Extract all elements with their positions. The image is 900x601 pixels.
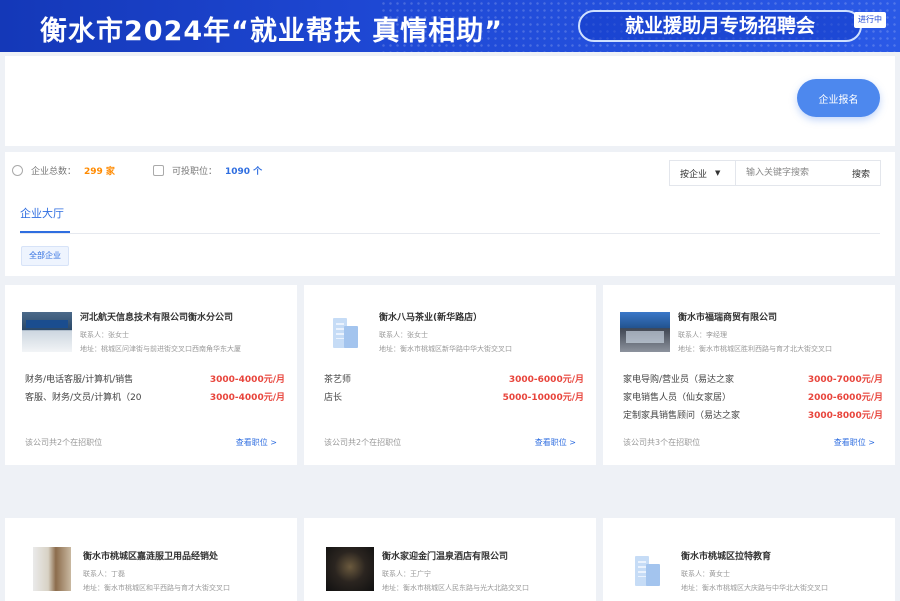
search-type-value: 按企业 bbox=[680, 169, 708, 180]
search-input[interactable] bbox=[736, 161, 840, 185]
company-contact: 联系人：王广宁 bbox=[382, 570, 431, 578]
job-row[interactable]: 家电导购/营业员（易达之家 3000-7000元/月 bbox=[623, 372, 883, 385]
company-address: 地址：衡水市桃城区大庆路与中华北大街交叉口 bbox=[681, 584, 828, 592]
job-row[interactable]: 定制家具销售顾问（易达之家 3000-8000元/月 bbox=[623, 408, 883, 421]
chevron-down-icon: ▼ bbox=[715, 169, 721, 177]
briefcase-icon bbox=[152, 165, 164, 176]
job-salary: 3000-4000元/月 bbox=[209, 375, 285, 385]
job-title: 茶艺师 bbox=[324, 375, 352, 385]
job-row[interactable]: 茶艺师 3000-6000元/月 bbox=[324, 372, 584, 385]
view-positions-link[interactable]: 查看职位 > bbox=[236, 437, 277, 448]
company-contact: 联系人：张女士 bbox=[379, 331, 428, 339]
job-row[interactable]: 店长 5000-10000元/月 bbox=[324, 390, 584, 403]
company-icon bbox=[12, 165, 23, 176]
view-positions-link[interactable]: 查看职位 > bbox=[535, 437, 576, 448]
job-salary: 3000-8000元/月 bbox=[807, 411, 883, 421]
company-card[interactable]: 衡水市桃城区嘉涟服卫用品经销处 联系人：丁磊 地址：衡水市桃城区和平西路与育才大… bbox=[5, 518, 297, 601]
job-salary: 3000-7000元/月 bbox=[807, 375, 883, 385]
company-address: 地址：桃城区问津街与前进街交叉口西南角华东大厦 bbox=[80, 345, 241, 353]
job-salary: 3000-6000元/月 bbox=[508, 375, 584, 385]
company-logo bbox=[620, 312, 670, 352]
job-salary: 5000-10000元/月 bbox=[502, 393, 584, 403]
banner-subtitle: 就业援助月专场招聘会 bbox=[578, 10, 862, 42]
company-address: 地址：衡水市桃城区和平西路与育才大街交叉口 bbox=[83, 584, 230, 592]
company-name[interactable]: 河北航天信息技术有限公司衡水分公司 bbox=[80, 310, 233, 323]
job-salary: 2000-6000元/月 bbox=[807, 393, 883, 403]
company-name[interactable]: 衡水市桃城区拉特教育 bbox=[681, 549, 771, 562]
job-title: 定制家具销售顾问（易达之家 bbox=[623, 411, 741, 421]
company-card[interactable]: 衡水八马茶业(新华路店） 联系人：张女士 地址：衡水市桃城区新华路中华大街交叉口… bbox=[304, 285, 596, 465]
card-footer: 该公司共2个在招职位 查看职位 > bbox=[25, 437, 277, 448]
company-name[interactable]: 衡水家迎金门温泉酒店有限公司 bbox=[382, 549, 508, 562]
position-count-label: 可投职位： bbox=[171, 167, 217, 177]
company-contact: 联系人：丁磊 bbox=[83, 570, 125, 578]
stats-bar: 企业总数： 299 家 可投职位： 1090 个 bbox=[12, 164, 300, 177]
company-count-label: 企业总数： bbox=[31, 167, 77, 177]
position-count-note: 该公司共3个在招职位 bbox=[623, 438, 701, 447]
tab-divider bbox=[20, 233, 880, 234]
company-contact: 联系人：张女士 bbox=[80, 331, 129, 339]
company-card[interactable]: 衡水市福瑞商贸有限公司 联系人：李经理 地址：衡水市桃城区胜利西路与育才北大街交… bbox=[603, 285, 895, 465]
company-contact: 联系人：李经理 bbox=[678, 331, 727, 339]
company-logo bbox=[326, 547, 374, 591]
company-contact: 联系人：黄女士 bbox=[681, 570, 730, 578]
card-footer: 该公司共3个在招职位 查看职位 > bbox=[623, 437, 875, 448]
filter-all-companies[interactable]: 全部企业 bbox=[21, 246, 69, 266]
header-panel bbox=[5, 56, 895, 146]
company-name[interactable]: 衡水市福瑞商贸有限公司 bbox=[678, 310, 777, 323]
job-title: 财务/电话客服/计算机/销售 bbox=[25, 375, 134, 385]
event-banner: 衡水市2024年“就业帮扶 真情相助” 就业援助月专场招聘会 进行中 bbox=[0, 0, 900, 52]
position-count-value: 1090 个 bbox=[224, 167, 263, 177]
tab-active-indicator bbox=[20, 231, 70, 233]
company-count-stat: 企业总数： 299 家 bbox=[12, 164, 115, 177]
view-positions-link[interactable]: 查看职位 > bbox=[834, 437, 875, 448]
company-apply-button[interactable]: 企业报名 bbox=[797, 79, 880, 117]
company-address: 地址：衡水市桃城区胜利西路与育才北大街交叉口 bbox=[678, 345, 832, 353]
position-count-stat: 可投职位： 1090 个 bbox=[152, 164, 263, 177]
company-name[interactable]: 衡水市桃城区嘉涟服卫用品经销处 bbox=[83, 549, 218, 562]
job-row[interactable]: 家电销售人员（仙女家居） 2000-6000元/月 bbox=[623, 390, 883, 403]
banner-title: 衡水市2024年“就业帮扶 真情相助” bbox=[40, 16, 504, 47]
building-icon bbox=[329, 312, 363, 352]
company-address: 地址：衡水市桃城区新华路中华大街交叉口 bbox=[379, 345, 512, 353]
card-footer: 该公司共2个在招职位 查看职位 > bbox=[324, 437, 576, 448]
company-card[interactable]: 河北航天信息技术有限公司衡水分公司 联系人：张女士 地址：桃城区问津街与前进街交… bbox=[5, 285, 297, 465]
company-card[interactable]: 衡水市桃城区拉特教育 联系人：黄女士 地址：衡水市桃城区大庆路与中华北大街交叉口 bbox=[603, 518, 895, 601]
company-card[interactable]: 衡水家迎金门温泉酒店有限公司 联系人：王广宁 地址：衡水市桃城区人民东路与光大北… bbox=[304, 518, 596, 601]
search-type-select[interactable]: 按企业 ▼ bbox=[670, 161, 736, 185]
company-count-value: 299 家 bbox=[84, 167, 115, 177]
job-title: 店长 bbox=[324, 393, 343, 403]
status-badge: 进行中 bbox=[854, 12, 886, 28]
company-name[interactable]: 衡水八马茶业(新华路店） bbox=[379, 310, 482, 323]
company-address: 地址：衡水市桃城区人民东路与光大北路交叉口 bbox=[382, 584, 529, 592]
job-salary: 3000-4000元/月 bbox=[209, 393, 285, 403]
search-button[interactable]: 搜索 bbox=[852, 167, 880, 180]
building-icon bbox=[631, 550, 665, 590]
search-bar: 按企业 ▼ 搜索 bbox=[669, 160, 881, 186]
building-shape bbox=[344, 326, 358, 348]
company-logo bbox=[22, 312, 72, 352]
tab-company-hall[interactable]: 企业大厅 bbox=[20, 205, 64, 221]
job-title: 家电销售人员（仙女家居） bbox=[623, 393, 732, 403]
job-title: 客服、财务/文员/计算机（20 bbox=[25, 393, 142, 403]
job-title: 家电导购/营业员（易达之家 bbox=[623, 375, 735, 385]
job-row[interactable]: 客服、财务/文员/计算机（20 3000-4000元/月 bbox=[25, 390, 285, 403]
company-logo bbox=[33, 547, 71, 591]
position-count-note: 该公司共2个在招职位 bbox=[25, 438, 103, 447]
job-row[interactable]: 财务/电话客服/计算机/销售 3000-4000元/月 bbox=[25, 372, 285, 385]
position-count-note: 该公司共2个在招职位 bbox=[324, 438, 402, 447]
building-shape bbox=[646, 564, 660, 586]
